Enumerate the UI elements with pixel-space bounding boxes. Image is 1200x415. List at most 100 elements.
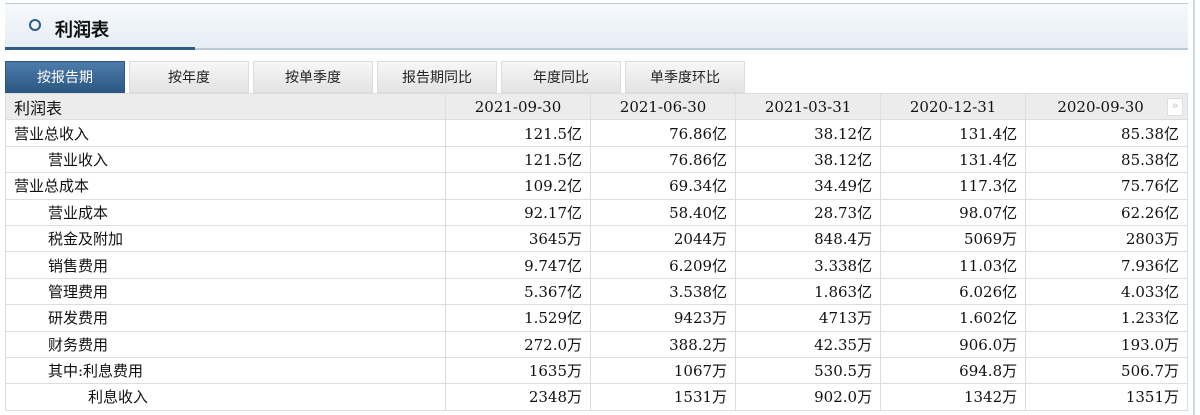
tab-2[interactable]: 按年度 (129, 61, 249, 93)
cell-value: 131.4亿 (880, 119, 1027, 147)
tab-5[interactable]: 年度同比 (501, 61, 621, 93)
cell-value: 7.936亿 (1025, 251, 1188, 279)
cell-value: 5.367亿 (444, 277, 592, 306)
cell-value: 121.5亿 (444, 119, 592, 147)
cell-value: 58.40亿 (590, 198, 737, 226)
period-tabs: 按报告期 按年度 按单季度 报告期同比 年度同比 单季度环比 (5, 61, 745, 93)
cell-value: 1.233亿 (1025, 304, 1188, 332)
table-row: 管理费用 5.367亿 3.538亿 1.863亿 6.026亿 4.033亿 (5, 277, 1188, 306)
cell-value: 6.026亿 (880, 277, 1027, 306)
cell-value: 9.747亿 (444, 251, 592, 279)
tab-3[interactable]: 按单季度 (253, 61, 373, 93)
cell-value: 34.49亿 (735, 172, 882, 200)
section-header: 利润表 (5, 3, 1188, 50)
cell-value: 11.03亿 (880, 251, 1027, 279)
row-label: 利息收入 (5, 383, 446, 411)
tab-1[interactable]: 按报告期 (5, 61, 125, 93)
column-header: 2021-03-31 (735, 92, 882, 121)
cell-value: 131.4亿 (880, 145, 1027, 174)
cell-value: 1342万 (880, 383, 1027, 411)
cell-value: 5069万 (880, 224, 1027, 253)
table-row: 营业总成本 109.2亿 69.34亿 34.49亿 117.3亿 75.76亿 (5, 172, 1188, 200)
cell-value: 38.12亿 (735, 145, 882, 174)
cell-value: 38.12亿 (735, 119, 882, 147)
cell-value: 42.35万 (735, 330, 882, 358)
row-label: 营业成本 (5, 198, 446, 226)
column-date: 2021-03-31 (764, 97, 852, 116)
cell-value: 2044万 (590, 224, 737, 253)
income-statement-table: 利润表 2021-09-30 2021-06-30 2021-03-31 2020-12… (5, 92, 1188, 411)
cell-value: 1.529亿 (444, 304, 592, 332)
circle-icon (29, 19, 41, 31)
row-label: 税金及附加 (5, 224, 446, 253)
cell-value: 109.2亿 (444, 172, 592, 200)
column-date: 2020-09-30 (1057, 97, 1144, 116)
table-row: 税金及附加 3645万 2044万 848.4万 5069万 2803万 (5, 224, 1188, 253)
row-label: 研发费用 (5, 304, 446, 332)
cell-value: 6.209亿 (590, 251, 737, 279)
cell-value: 1.602亿 (880, 304, 1027, 332)
cell-value: 530.5万 (735, 356, 882, 385)
active-underline (5, 47, 195, 50)
table-row: 利息收入 2348万 1531万 902.0万 1342万 1351万 (5, 383, 1188, 411)
cell-value: 902.0万 (735, 383, 882, 411)
cell-value: 193.0万 (1025, 330, 1188, 358)
cell-value: 1531万 (590, 383, 737, 411)
cell-value: 98.07亿 (880, 198, 1027, 226)
cell-value: 388.2万 (590, 330, 737, 358)
column-header: 2020-09-30 » (1025, 92, 1188, 121)
cell-value: 848.4万 (735, 224, 882, 253)
tab-4[interactable]: 报告期同比 (377, 61, 497, 93)
cell-value: 69.34亿 (590, 172, 737, 200)
table-row: 营业成本 92.17亿 58.40亿 28.73亿 98.07亿 62.26亿 (5, 198, 1188, 226)
section-title: 利润表 (55, 20, 109, 41)
cell-value: 1067万 (590, 356, 737, 385)
tab-6[interactable]: 单季度环比 (625, 61, 745, 93)
column-header: 2021-06-30 (590, 92, 737, 121)
row-label: 财务费用 (5, 330, 446, 358)
cell-value: 76.86亿 (590, 119, 737, 147)
cell-value: 1635万 (444, 356, 592, 385)
cell-value: 85.38亿 (1025, 119, 1188, 147)
row-label: 营业总成本 (5, 172, 446, 200)
cell-value: 9423万 (590, 304, 737, 332)
cell-value: 76.86亿 (590, 145, 737, 174)
column-header: 2020-12-31 (880, 92, 1027, 121)
next-columns-button[interactable]: » (1167, 97, 1183, 116)
cell-value: 4713万 (735, 304, 882, 332)
cell-value: 272.0万 (444, 330, 592, 358)
cell-value: 85.38亿 (1025, 145, 1188, 174)
table-row: 其中:利息费用 1635万 1067万 530.5万 694.8万 506.7万 (5, 356, 1188, 385)
table-row: 营业总收入 121.5亿 76.86亿 38.12亿 131.4亿 85.38亿 (5, 119, 1188, 147)
cell-value: 3.538亿 (590, 277, 737, 306)
cell-value: 117.3亿 (880, 172, 1027, 200)
column-header: 2021-09-30 (444, 92, 592, 121)
table-title: 利润表 (5, 92, 446, 121)
cell-value: 4.033亿 (1025, 277, 1188, 306)
cell-value: 1351万 (1025, 383, 1188, 411)
column-date: 2020-12-31 (909, 97, 997, 116)
cell-value: 2348万 (444, 383, 592, 411)
column-date: 2021-09-30 (474, 97, 562, 116)
cell-value: 2803万 (1025, 224, 1188, 253)
cell-value: 1.863亿 (735, 277, 882, 306)
frame-border (1193, 0, 1195, 415)
cell-value: 694.8万 (880, 356, 1027, 385)
table-row: 研发费用 1.529亿 9423万 4713万 1.602亿 1.233亿 (5, 304, 1188, 332)
cell-value: 28.73亿 (735, 198, 882, 226)
row-label: 销售费用 (5, 251, 446, 279)
table-row: 营业收入 121.5亿 76.86亿 38.12亿 131.4亿 85.38亿 (5, 145, 1188, 174)
cell-value: 62.26亿 (1025, 198, 1188, 226)
row-label: 管理费用 (5, 277, 446, 306)
row-label: 其中:利息费用 (5, 356, 446, 385)
column-date: 2021-06-30 (619, 97, 707, 116)
cell-value: 906.0万 (880, 330, 1027, 358)
cell-value: 121.5亿 (444, 145, 592, 174)
cell-value: 506.7万 (1025, 356, 1188, 385)
table-row: 财务费用 272.0万 388.2万 42.35万 906.0万 193.0万 (5, 330, 1188, 358)
row-label: 营业收入 (5, 145, 446, 174)
cell-value: 3.338亿 (735, 251, 882, 279)
cell-value: 92.17亿 (444, 198, 592, 226)
cell-value: 75.76亿 (1025, 172, 1188, 200)
cell-value: 3645万 (444, 224, 592, 253)
